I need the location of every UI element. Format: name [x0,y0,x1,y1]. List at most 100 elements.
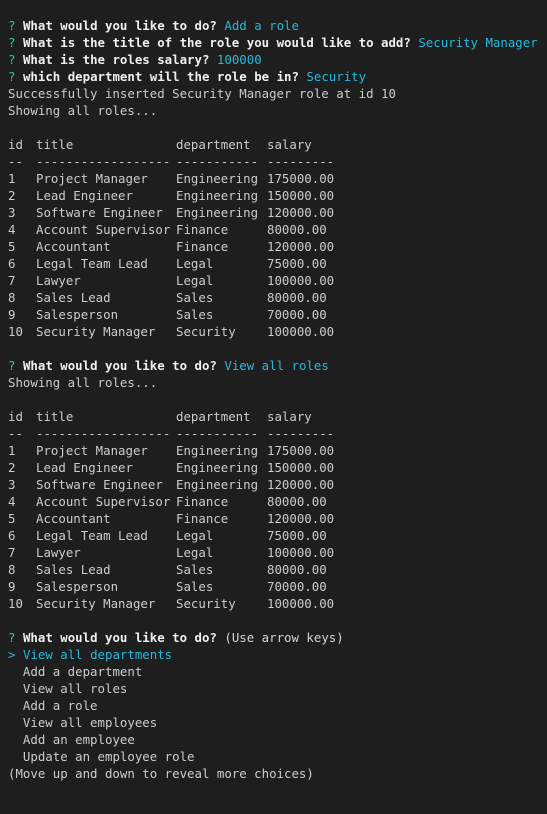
table-row: 6 Legal Team Lead Legal 75000.00 [8,255,547,272]
table-cell: Software Engineer [36,205,163,220]
menu-item-label: Update an employee role [22,749,195,764]
question-mark: ? [8,69,16,84]
table-cell: Salesperson [36,579,119,594]
table-header-row: id title department salary [8,408,547,425]
menu-item-label: Add a role [22,698,98,713]
table-cell: department [176,409,251,424]
table-cell: 7 [8,273,16,288]
question-mark: ? [8,18,16,33]
table-cell: Sales [176,579,214,594]
table-cell: Legal Team Lead [36,528,148,543]
prompt-line: ? What would you like to do? View all ro… [8,357,547,374]
table-row: 5 Accountant Finance 120000.00 [8,238,547,255]
table-cell: title [36,137,74,152]
table-cell: 8 [8,562,16,577]
table-cell: ----------- [176,154,259,169]
table-cell: salary [267,137,312,152]
table-cell: Legal [176,273,214,288]
table-cell: Engineering [176,205,259,220]
table-cell: id [8,409,23,424]
table-row: 2 Lead Engineer Engineering 150000.00 [8,187,547,204]
menu-item[interactable]: Update an employee role [8,748,547,765]
prompt-answer: 100000 [216,52,262,67]
table-cell: 100000.00 [267,545,335,560]
table-cell: Security [176,596,236,611]
prompt-question: What is the roles salary? [22,52,210,67]
prompt-answer: Security Manager [418,35,538,50]
table-cell: 75000.00 [267,256,327,271]
table-cell: Engineering [176,171,259,186]
prompt-question: which department will the role be in? [22,69,299,84]
table-cell: Software Engineer [36,477,163,492]
menu-item[interactable]: Add an employee [8,731,547,748]
table-cell: Lawyer [36,273,81,288]
table-cell: 80000.00 [267,562,327,577]
table-cell: --------- [267,154,335,169]
table-cell: Project Manager [36,443,148,458]
showing-message: Showing all roles... [8,375,158,390]
terminal-output: ? What would you like to do? Add a role … [0,0,547,782]
menu-item[interactable]: Add a department [8,663,547,680]
table-cell: 7 [8,545,16,560]
menu-item[interactable]: View all employees [8,714,547,731]
menu-item[interactable]: Add a role [8,697,547,714]
table-row: 8 Sales Lead Sales 80000.00 [8,289,547,306]
table-cell: Lead Engineer [36,460,133,475]
table-row: 7 Lawyer Legal 100000.00 [8,272,547,289]
table-cell: Salesperson [36,307,119,322]
table-cell: id [8,137,23,152]
table-row: 3 Software Engineer Engineering 120000.00 [8,476,547,493]
table-cell: ----------- [176,426,259,441]
table-cell: 6 [8,256,16,271]
table-cell: 100000.00 [267,596,335,611]
menu-item-label: View all departments [22,647,173,662]
menu-item-label: Add a department [22,664,143,679]
table-cell: -- [8,426,23,441]
table-cell: 120000.00 [267,239,335,254]
table-cell: Legal [176,545,214,560]
table-cell: Project Manager [36,171,148,186]
table-cell: 120000.00 [267,205,335,220]
question-mark: ? [8,358,16,373]
table-cell: Finance [176,239,229,254]
table-row: 1 Project Manager Engineering 175000.00 [8,442,547,459]
table-cell: -- [8,154,23,169]
menu-item-selected[interactable]: > View all departments [8,646,547,663]
question-mark: ? [8,52,16,67]
table-cell: 1 [8,171,16,186]
table-separator-row: -- ------------------ ----------- --------- [8,425,547,442]
question-mark: ? [8,35,16,50]
prompt-line: ? which department will the role be in? … [8,68,547,85]
table-cell: Engineering [176,460,259,475]
menu-item[interactable]: View all roles [8,680,547,697]
table-row: 10 Security Manager Security 100000.00 [8,595,547,612]
table-cell: 5 [8,239,16,254]
table-cell: 120000.00 [267,511,335,526]
table-cell: 100000.00 [267,273,335,288]
table-cell: Sales [176,562,214,577]
table-header-row: id title department salary [8,136,547,153]
table-cell: Security Manager [36,596,156,611]
table-cell: 70000.00 [267,307,327,322]
table-row: 1 Project Manager Engineering 175000.00 [8,170,547,187]
table-cell: 3 [8,205,16,220]
table-cell: Finance [176,222,229,237]
table-cell: Sales [176,290,214,305]
table-cell: 80000.00 [267,222,327,237]
table-cell: 10 [8,324,23,339]
table-row: 4 Account Supervisor Finance 80000.00 [8,493,547,510]
table-cell: Security [176,324,236,339]
table-separator-row: -- ------------------ ----------- --------- [8,153,547,170]
insert-message: Successfully inserted Security Manager r… [8,86,396,101]
table-cell: Engineering [176,443,259,458]
table-cell: 8 [8,290,16,305]
table-cell: 80000.00 [267,494,327,509]
table-cell: 100000.00 [267,324,335,339]
table-cell: 150000.00 [267,188,335,203]
table-cell: 10 [8,596,23,611]
menu-item-label: View all roles [22,681,128,696]
table-cell: title [36,409,74,424]
table-cell: Lead Engineer [36,188,133,203]
